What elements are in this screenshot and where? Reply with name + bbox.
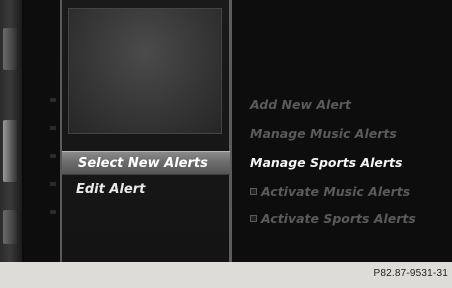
ghost-marker [50,126,56,130]
submenu-item-label: Activate Sports Alerts [261,211,416,226]
rail-segment [3,210,17,244]
ghost-marker [50,98,56,102]
ghost-marker [50,182,56,186]
submenu-item-manage-sports-alerts[interactable]: Manage Sports Alerts [250,155,402,170]
menu-item-label: Select New Alerts [78,156,208,171]
left-scroll-rail [0,0,22,262]
ghost-marker [50,210,56,214]
rail-segment [3,28,17,70]
checkbox-icon [250,188,257,195]
submenu-item-activate-sports-alerts[interactable]: Activate Sports Alerts [250,211,416,226]
rail-segment [3,120,17,182]
submenu-item-label: Add New Alert [250,97,351,112]
preview-image [68,8,222,134]
submenu-panel: Add New Alert Manage Music Alerts Manage… [232,0,452,262]
figure-footer: P82.87-9531-31 [0,262,452,288]
submenu-item-label: Activate Music Alerts [261,184,411,199]
checkbox-icon [250,215,257,222]
ghost-marker [50,154,56,158]
display-screen: Select New Alerts Edit Alert Add New Ale… [0,0,452,262]
figure-reference-code: P82.87-9531-31 [373,268,448,279]
menu-item-edit-alert[interactable]: Edit Alert [76,182,145,197]
submenu-item-add-new-alert[interactable]: Add New Alert [250,97,351,112]
submenu-item-manage-music-alerts[interactable]: Manage Music Alerts [250,126,397,141]
alerts-menu-panel: Select New Alerts [60,0,232,262]
submenu-item-label: Manage Sports Alerts [250,155,403,170]
menu-item-select-new-alerts[interactable]: Select New Alerts [62,151,230,175]
submenu-item-activate-music-alerts[interactable]: Activate Music Alerts [250,184,410,199]
background-menu-column [24,0,60,262]
submenu-item-label: Manage Music Alerts [250,126,397,141]
